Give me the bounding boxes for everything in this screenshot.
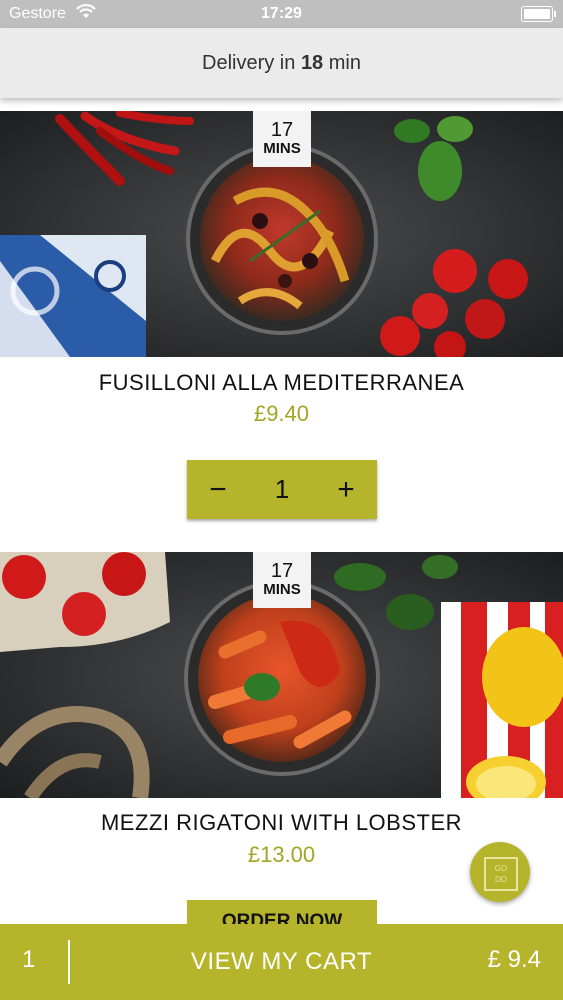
product-image-rigatoni[interactable]: 17 MINS xyxy=(0,552,563,798)
product-image-fusilloni[interactable]: 17 MINS xyxy=(0,111,563,357)
delivery-minutes: 18 xyxy=(300,52,324,74)
quantity-value: 1 xyxy=(274,474,290,504)
delivery-header: Delivery in 18 min xyxy=(0,28,563,98)
cart-total: £ 9.4 xyxy=(487,946,541,973)
prep-time-badge: 17 MINS xyxy=(253,111,311,167)
chat-logo-icon: GO DO xyxy=(484,857,518,891)
increase-quantity-button[interactable]: + xyxy=(315,460,377,519)
product-name: MEZZI RIGATONI WITH LOBSTER xyxy=(100,810,463,835)
view-cart-bar[interactable]: 1 VIEW MY CART £ 9.4 xyxy=(0,924,563,1000)
quantity-stepper[interactable]: − 1 + xyxy=(187,460,377,519)
product-price: £9.40 xyxy=(253,401,310,426)
chat-button[interactable]: GO DO xyxy=(470,842,530,902)
delivery-time-label: Delivery in 18 min xyxy=(202,52,361,74)
product-name: FUSILLONI ALLA MEDITERRANEA xyxy=(98,370,465,395)
prep-time-badge: 17 MINS xyxy=(253,552,311,608)
battery-icon xyxy=(521,6,556,22)
status-time: 17:29 xyxy=(261,5,302,22)
decrease-quantity-button[interactable]: − xyxy=(187,460,249,519)
status-bar: Gestore 17:29 xyxy=(0,0,563,28)
view-cart-label[interactable]: VIEW MY CART xyxy=(0,948,563,976)
